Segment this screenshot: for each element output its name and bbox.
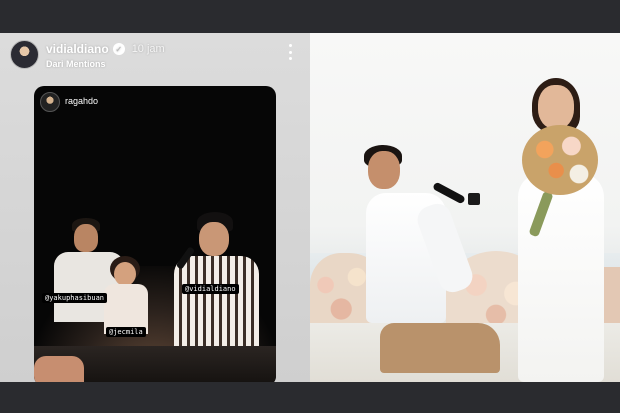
- top-bar: [0, 0, 620, 33]
- mention-tag[interactable]: @jecmila: [106, 327, 146, 337]
- story-time: 10 jam: [131, 43, 165, 55]
- story-subtitle: Dari Mentions: [46, 59, 106, 69]
- bottom-bar: [0, 382, 620, 413]
- verified-icon: ✓: [112, 43, 125, 55]
- story-header: vidialdiano ✓ 10 jam: [46, 42, 165, 56]
- story-panel: vidialdiano ✓ 10 jam Dari Mentions ragah…: [0, 33, 310, 382]
- mention-tag[interactable]: @yakuphasibuan: [42, 293, 108, 303]
- proposal-photo: [310, 33, 620, 382]
- repost-avatar[interactable]: [40, 92, 60, 112]
- story-username[interactable]: vidialdiano: [46, 42, 109, 56]
- mention-tag[interactable]: @vidialdiano: [182, 284, 239, 294]
- concert-photo: [34, 212, 276, 382]
- more-options-icon[interactable]: [286, 44, 294, 60]
- repost-username[interactable]: ragahdo: [65, 96, 98, 106]
- repost-card[interactable]: ragahdo @yakuphasibuan @vidialdiano @jec…: [34, 86, 276, 382]
- avatar[interactable]: [10, 40, 39, 69]
